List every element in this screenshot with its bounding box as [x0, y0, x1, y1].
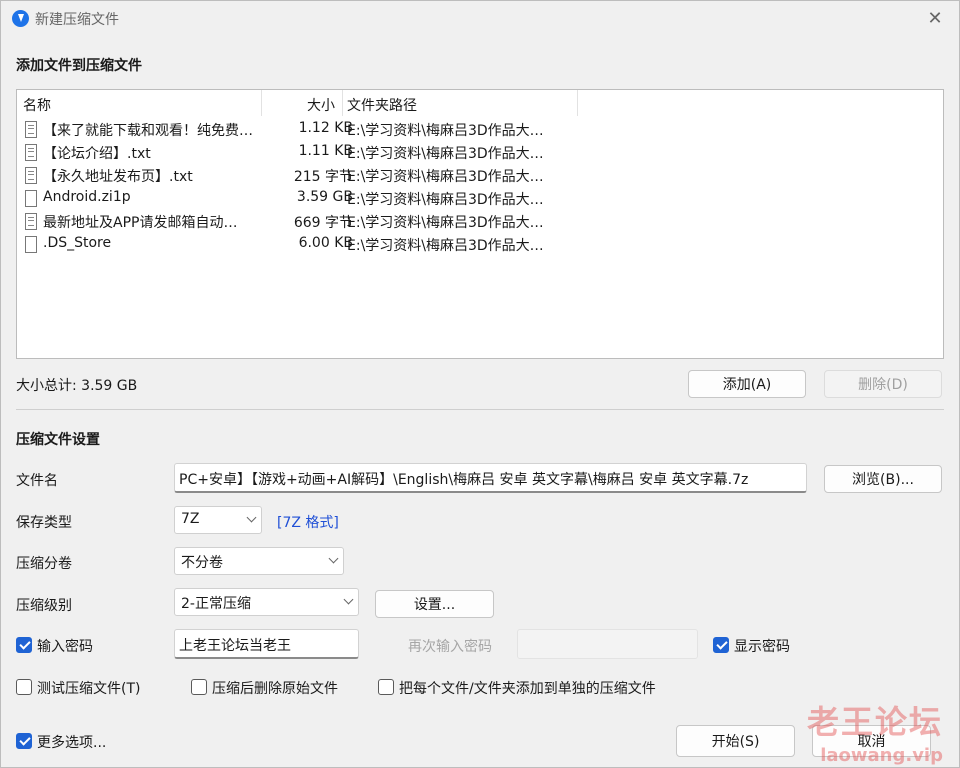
file-size: 215 字节 — [293, 169, 353, 185]
total-size-label: 大小总计: 3.59 GB — [16, 378, 138, 394]
file-path: E:\学习资料\梅麻吕3D作品大… — [347, 169, 544, 185]
settings-section-title: 压缩文件设置 — [16, 432, 100, 448]
file-path: E:\学习资料\梅麻吕3D作品大… — [347, 215, 544, 231]
split-volume-label: 压缩分卷 — [16, 556, 72, 572]
section-divider — [16, 409, 944, 410]
filename-input[interactable]: PC+安卓】【游戏+动画+AI解码】\English\梅麻吕 安卓 英文字幕\梅… — [174, 463, 807, 493]
file-icon — [25, 190, 37, 207]
password-checkbox[interactable] — [16, 637, 32, 653]
file-path: E:\学习资料\梅麻吕3D作品大… — [347, 192, 544, 208]
column-header-size[interactable]: 大小 — [307, 95, 335, 115]
watermark-text: 老王论坛 — [806, 703, 943, 741]
files-section-title: 添加文件到压缩文件 — [16, 58, 142, 74]
repeat-password-input[interactable] — [517, 629, 698, 659]
file-row[interactable]: Android.zi1p 3.59 GB E:\学习资料\梅麻吕3D作品大… — [17, 187, 592, 210]
show-password-checkbox[interactable] — [713, 637, 729, 653]
text-file-icon — [25, 121, 37, 138]
file-row[interactable]: 【来了就能下载和观看！纯免费… 1.12 KB E:\学习资料\梅麻吕3D作品大… — [17, 118, 592, 141]
window-title: 新建压缩文件 — [35, 12, 119, 28]
delete-after-label: 压缩后删除原始文件 — [212, 681, 338, 697]
file-path: E:\学习资料\梅麻吕3D作品大… — [347, 238, 544, 254]
split-volume-select[interactable]: 不分卷 — [174, 547, 344, 575]
text-file-icon — [25, 213, 37, 230]
column-header-name[interactable]: 名称 — [23, 95, 51, 115]
text-file-icon — [25, 167, 37, 184]
file-name: Android.zi1p — [43, 189, 131, 205]
password-label: 输入密码 — [37, 639, 93, 655]
file-row[interactable]: .DS_Store 6.00 KB E:\学习资料\梅麻吕3D作品大… — [17, 233, 592, 256]
file-size: 669 字节 — [293, 215, 353, 231]
filename-label: 文件名 — [16, 473, 58, 489]
file-size: 1.11 KB — [298, 143, 353, 159]
test-archive-label: 测试压缩文件(T) — [37, 681, 141, 697]
start-button[interactable]: 开始(S) — [676, 725, 795, 757]
watermark-logo: 老王论坛 laowang.vip — [807, 697, 943, 766]
show-password-label: 显示密码 — [734, 639, 790, 655]
compression-level-label: 压缩级别 — [16, 598, 72, 614]
save-type-select[interactable]: 7Z — [174, 506, 262, 534]
file-name: 【来了就能下载和观看！纯免费… — [43, 123, 253, 139]
compression-level-value: 2-正常压缩 — [181, 596, 251, 612]
remove-button[interactable]: 删除(D) — [824, 370, 942, 398]
password-input[interactable]: 上老王论坛当老王 — [174, 629, 359, 659]
file-name: 【论坛介绍】.txt — [43, 146, 151, 162]
browse-button[interactable]: 浏览(B)... — [824, 465, 942, 493]
split-volume-value: 不分卷 — [181, 555, 223, 571]
delete-after-checkbox[interactable] — [191, 679, 207, 695]
add-button[interactable]: 添加(A) — [688, 370, 806, 398]
file-icon — [25, 236, 37, 253]
column-separator[interactable] — [342, 90, 343, 116]
file-path: E:\学习资料\梅麻吕3D作品大… — [347, 123, 544, 139]
chevron-down-icon — [328, 553, 339, 564]
repeat-password-label: 再次输入密码 — [408, 639, 492, 655]
chevron-down-icon — [343, 594, 354, 605]
text-file-icon — [25, 144, 37, 161]
title-bar: 新建压缩文件 ✕ — [1, 1, 959, 37]
format-link[interactable]: [7Z 格式] — [277, 512, 339, 532]
file-size: 3.59 GB — [296, 189, 353, 205]
save-type-label: 保存类型 — [16, 515, 72, 531]
file-row[interactable]: 【论坛介绍】.txt 1.11 KB E:\学习资料\梅麻吕3D作品大… — [17, 141, 592, 164]
file-name: .DS_Store — [43, 235, 112, 251]
file-list[interactable]: 名称 大小 文件夹路径 【来了就能下载和观看！纯免费… 1.12 KB E:\学… — [16, 89, 944, 359]
file-name: 【永久地址发布页】.txt — [43, 169, 193, 185]
file-path: E:\学习资料\梅麻吕3D作品大… — [347, 146, 544, 162]
watermark-url: laowang.vip — [820, 745, 943, 766]
more-options-label: 更多选项... — [37, 735, 107, 751]
settings-button[interactable]: 设置... — [375, 590, 494, 618]
file-row[interactable]: 【永久地址发布页】.txt 215 字节 E:\学习资料\梅麻吕3D作品大… — [17, 164, 592, 187]
file-list-header: 名称 大小 文件夹路径 — [17, 90, 592, 116]
test-archive-checkbox[interactable] — [16, 679, 32, 695]
close-button[interactable]: ✕ — [921, 6, 949, 32]
separate-archives-label: 把每个文件/文件夹添加到单独的压缩文件 — [399, 681, 656, 697]
column-separator[interactable] — [261, 90, 262, 116]
save-type-value: 7Z — [181, 511, 200, 527]
separate-archives-checkbox[interactable] — [378, 679, 394, 695]
column-separator[interactable] — [577, 90, 578, 116]
file-size: 1.12 KB — [298, 120, 353, 136]
compress-dialog: 新建压缩文件 ✕ 添加文件到压缩文件 名称 大小 文件夹路径 【来了就能下载和观… — [0, 0, 960, 768]
compression-level-select[interactable]: 2-正常压缩 — [174, 588, 359, 616]
more-options-checkbox[interactable] — [16, 733, 32, 749]
file-name: 最新地址及APP请发邮箱自动… — [43, 215, 238, 231]
file-row[interactable]: 最新地址及APP请发邮箱自动… 669 字节 E:\学习资料\梅麻吕3D作品大… — [17, 210, 592, 233]
column-header-path[interactable]: 文件夹路径 — [347, 95, 417, 115]
app-logo-icon — [12, 10, 29, 27]
chevron-down-icon — [246, 512, 257, 523]
file-size: 6.00 KB — [298, 235, 353, 251]
